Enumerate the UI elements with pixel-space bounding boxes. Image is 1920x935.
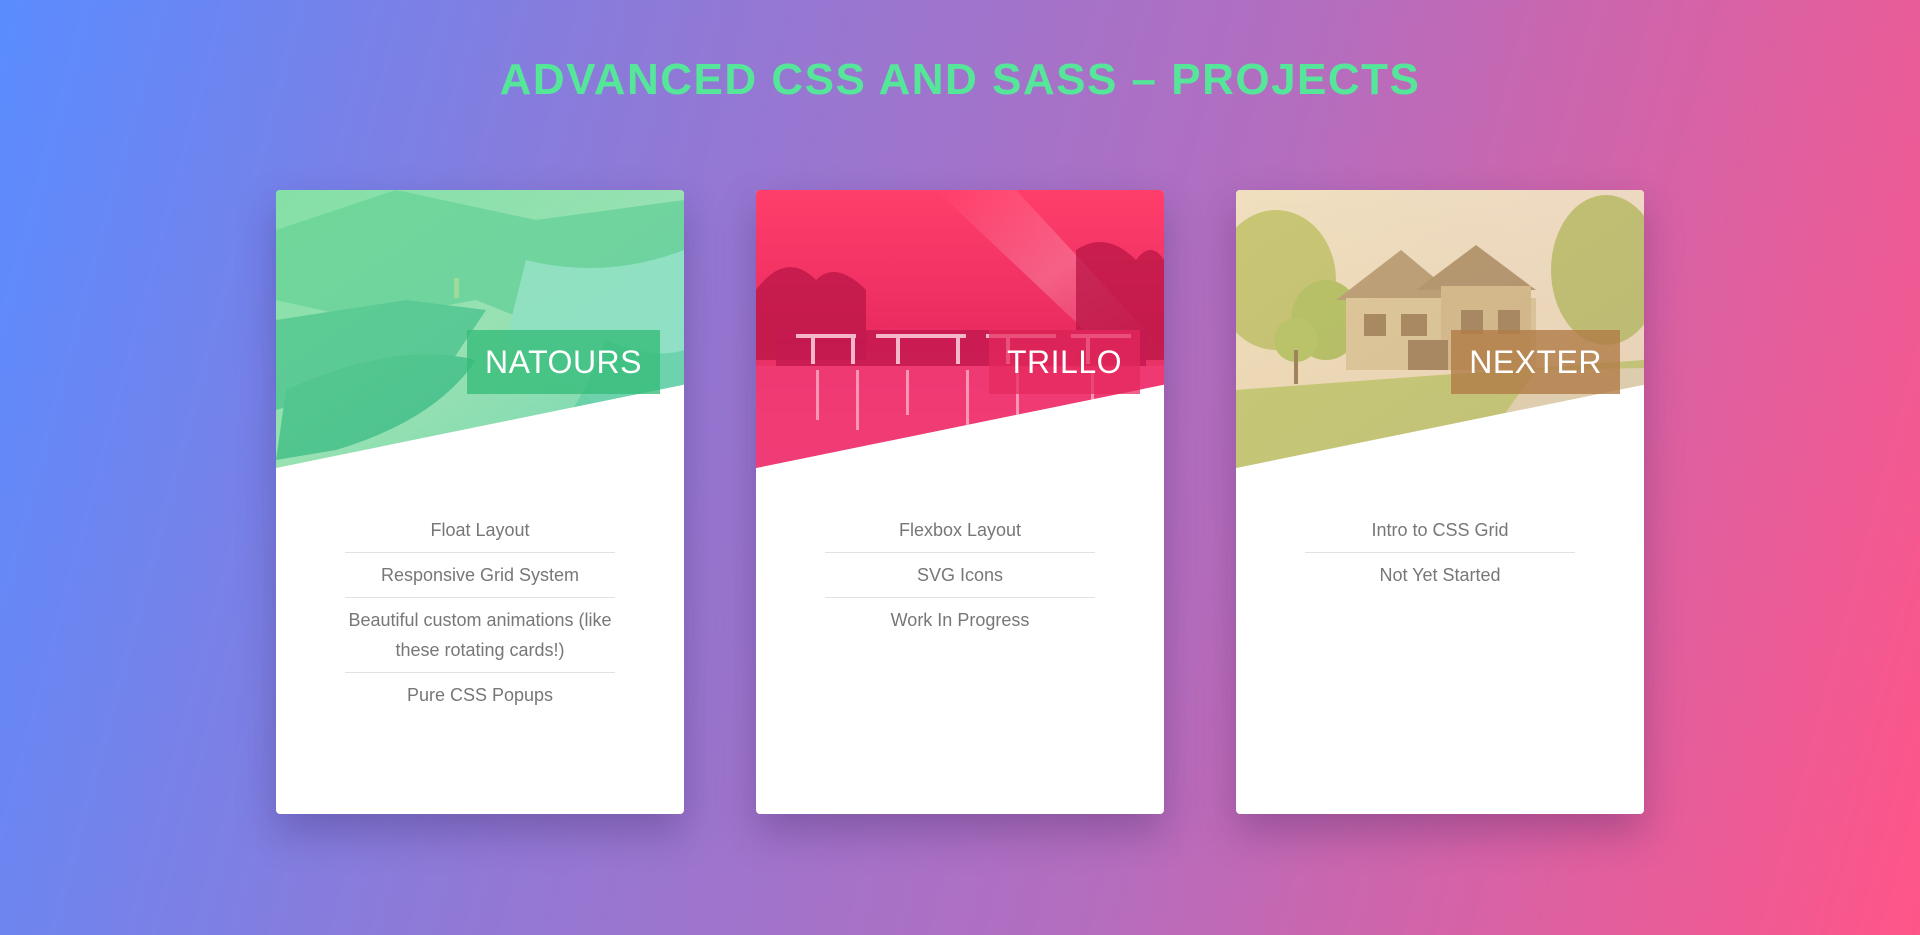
page-title: ADVANCED CSS AND SASS – PROJECTS	[499, 55, 1421, 104]
card-details: Flexbox Layout SVG Icons Work In Progres…	[756, 508, 1164, 642]
list-item: Float Layout	[345, 508, 615, 553]
feature-list: Intro to CSS Grid Not Yet Started	[1305, 508, 1575, 597]
list-item: Beautiful custom animations (like these …	[345, 598, 615, 673]
card-heading: TRILLO	[988, 330, 1140, 394]
card-heading: NATOURS	[467, 330, 660, 394]
card-details: Float Layout Responsive Grid System Beau…	[276, 508, 684, 717]
project-card-natours[interactable]: NATOURS Float Layout Responsive Grid Sys…	[276, 190, 684, 814]
list-item: SVG Icons	[825, 553, 1095, 598]
list-item: Work In Progress	[890, 610, 1030, 630]
list-item: Responsive Grid System	[345, 553, 615, 598]
feature-list: Flexbox Layout SVG Icons Work In Progres…	[825, 508, 1095, 642]
list-item: Flexbox Layout	[825, 508, 1095, 553]
resort-pool-image	[756, 190, 1164, 468]
list-item: Pure CSS Popups	[406, 685, 554, 705]
card-details: Intro to CSS Grid Not Yet Started	[1236, 508, 1644, 597]
project-card-trillo[interactable]: TRILLO Flexbox Layout SVG Icons Work In …	[756, 190, 1164, 814]
project-card-nexter[interactable]: NEXTER Intro to CSS Grid Not Yet Started	[1236, 190, 1644, 814]
card-heading: NEXTER	[1451, 330, 1620, 394]
suburban-house-image	[1236, 190, 1644, 468]
feature-list: Float Layout Responsive Grid System Beau…	[345, 508, 615, 717]
list-item: Not Yet Started	[1379, 565, 1501, 585]
list-item: Intro to CSS Grid	[1305, 508, 1575, 553]
mountain-lake-image	[276, 190, 684, 468]
